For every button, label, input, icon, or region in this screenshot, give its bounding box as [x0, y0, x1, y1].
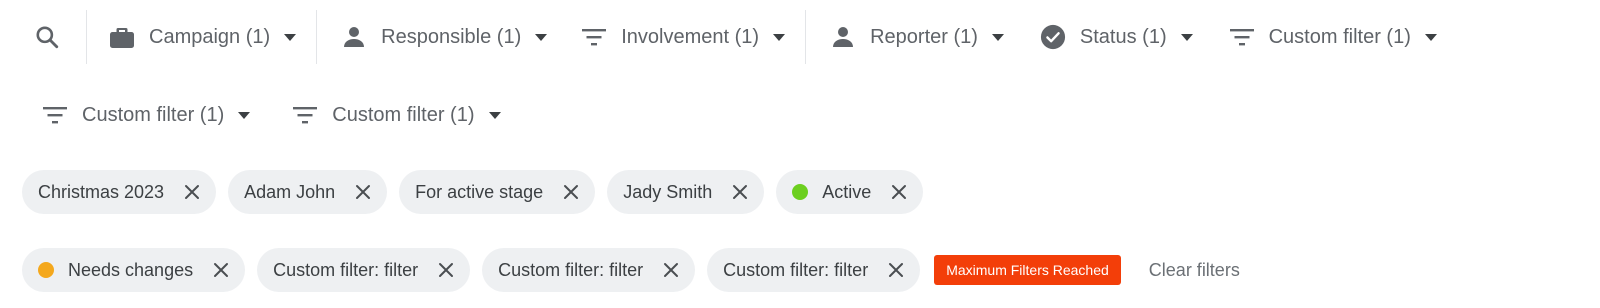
- chevron-down-icon: [773, 33, 786, 41]
- filter-chip: Christmas 2023: [22, 170, 217, 214]
- check-circle-icon: [1040, 24, 1066, 50]
- max-filters-badge: Maximum Filters Reached: [934, 255, 1121, 285]
- reporter-filter-label: Reporter (1): [870, 25, 978, 48]
- chevron-down-icon: [991, 33, 1004, 41]
- reporter-filter-dropdown[interactable]: Reporter (1): [818, 17, 1016, 57]
- custom-filter-dropdown[interactable]: Custom filter (1): [30, 95, 262, 135]
- close-icon[interactable]: [730, 182, 750, 202]
- close-icon[interactable]: [211, 260, 231, 280]
- filter-chip: Jady Smith: [607, 170, 765, 214]
- close-icon[interactable]: [561, 182, 581, 202]
- chevron-down-icon: [284, 33, 297, 41]
- clear-filters-link[interactable]: Clear filters: [1149, 260, 1240, 281]
- filter-toolbar-row-1: Campaign (1) Responsible (1) Involvement…: [30, 10, 1449, 64]
- status-dot-needs-changes: [38, 262, 54, 278]
- status-filter-dropdown[interactable]: Status (1): [1028, 17, 1205, 57]
- filter-chip-label: Custom filter: filter: [498, 259, 644, 280]
- chevron-down-icon: [238, 111, 251, 119]
- campaign-filter-dropdown[interactable]: Campaign (1): [97, 17, 308, 57]
- filter-chip: Custom filter: filter: [257, 248, 471, 292]
- toolbar-divider: [316, 10, 318, 64]
- filter-chip-label: Active: [822, 181, 872, 202]
- toolbar-divider: [86, 10, 87, 64]
- filter-chip: Custom filter: filter: [707, 248, 921, 292]
- filter-chip: Needs changes: [22, 248, 246, 292]
- chevron-down-icon: [1180, 33, 1193, 41]
- filter-lines-icon: [42, 102, 68, 128]
- close-icon[interactable]: [353, 182, 373, 202]
- person-icon: [341, 24, 367, 50]
- filter-lines-icon: [1229, 24, 1255, 50]
- close-icon[interactable]: [436, 260, 456, 280]
- custom-filter-label: Custom filter (1): [332, 103, 475, 126]
- search-button[interactable]: [30, 20, 64, 54]
- filter-chip: Adam John: [228, 170, 388, 214]
- active-filter-chips-row-1: Christmas 2023 Adam John For active stag…: [22, 170, 935, 214]
- filter-lines-icon: [292, 102, 318, 128]
- close-icon[interactable]: [182, 182, 202, 202]
- filter-chip-label: Custom filter: filter: [723, 259, 869, 280]
- filter-chip-label: Custom filter: filter: [273, 259, 419, 280]
- active-filter-chips-row-2: Needs changes Custom filter: filter Cust…: [22, 248, 1240, 292]
- filter-toolbar-row-2: Custom filter (1) Custom filter (1): [30, 90, 513, 140]
- involvement-filter-label: Involvement (1): [621, 25, 760, 48]
- filter-chip-label: Adam John: [244, 181, 336, 202]
- involvement-filter-dropdown[interactable]: Involvement (1): [569, 17, 797, 57]
- campaign-filter-label: Campaign (1): [149, 25, 271, 48]
- custom-filter-label: Custom filter (1): [1268, 25, 1411, 48]
- responsible-filter-dropdown[interactable]: Responsible (1): [329, 17, 559, 57]
- filter-chip-label: For active stage: [415, 181, 544, 202]
- filter-lines-icon: [581, 24, 607, 50]
- filter-chip-label: Needs changes: [68, 259, 194, 280]
- chevron-down-icon: [535, 33, 548, 41]
- chevron-down-icon: [488, 111, 501, 119]
- toolbar-divider: [805, 10, 807, 64]
- filter-chip: Custom filter: filter: [482, 248, 696, 292]
- responsible-filter-label: Responsible (1): [381, 25, 522, 48]
- custom-filter-dropdown[interactable]: Custom filter (1): [280, 95, 512, 135]
- filter-chip: Active: [776, 170, 924, 214]
- close-icon[interactable]: [889, 182, 909, 202]
- custom-filter-dropdown[interactable]: Custom filter (1): [1217, 17, 1449, 57]
- filter-chip: For active stage: [399, 170, 596, 214]
- filter-chip-label: Jady Smith: [623, 181, 713, 202]
- chevron-down-icon: [1424, 33, 1437, 41]
- briefcase-icon: [109, 24, 135, 50]
- status-filter-label: Status (1): [1079, 25, 1167, 48]
- search-icon: [36, 26, 59, 49]
- status-dot-active: [792, 184, 809, 200]
- close-icon[interactable]: [661, 260, 681, 280]
- close-icon[interactable]: [886, 260, 906, 280]
- custom-filter-label: Custom filter (1): [82, 103, 225, 126]
- person-icon: [830, 24, 856, 50]
- filter-chip-label: Christmas 2023: [38, 181, 165, 202]
